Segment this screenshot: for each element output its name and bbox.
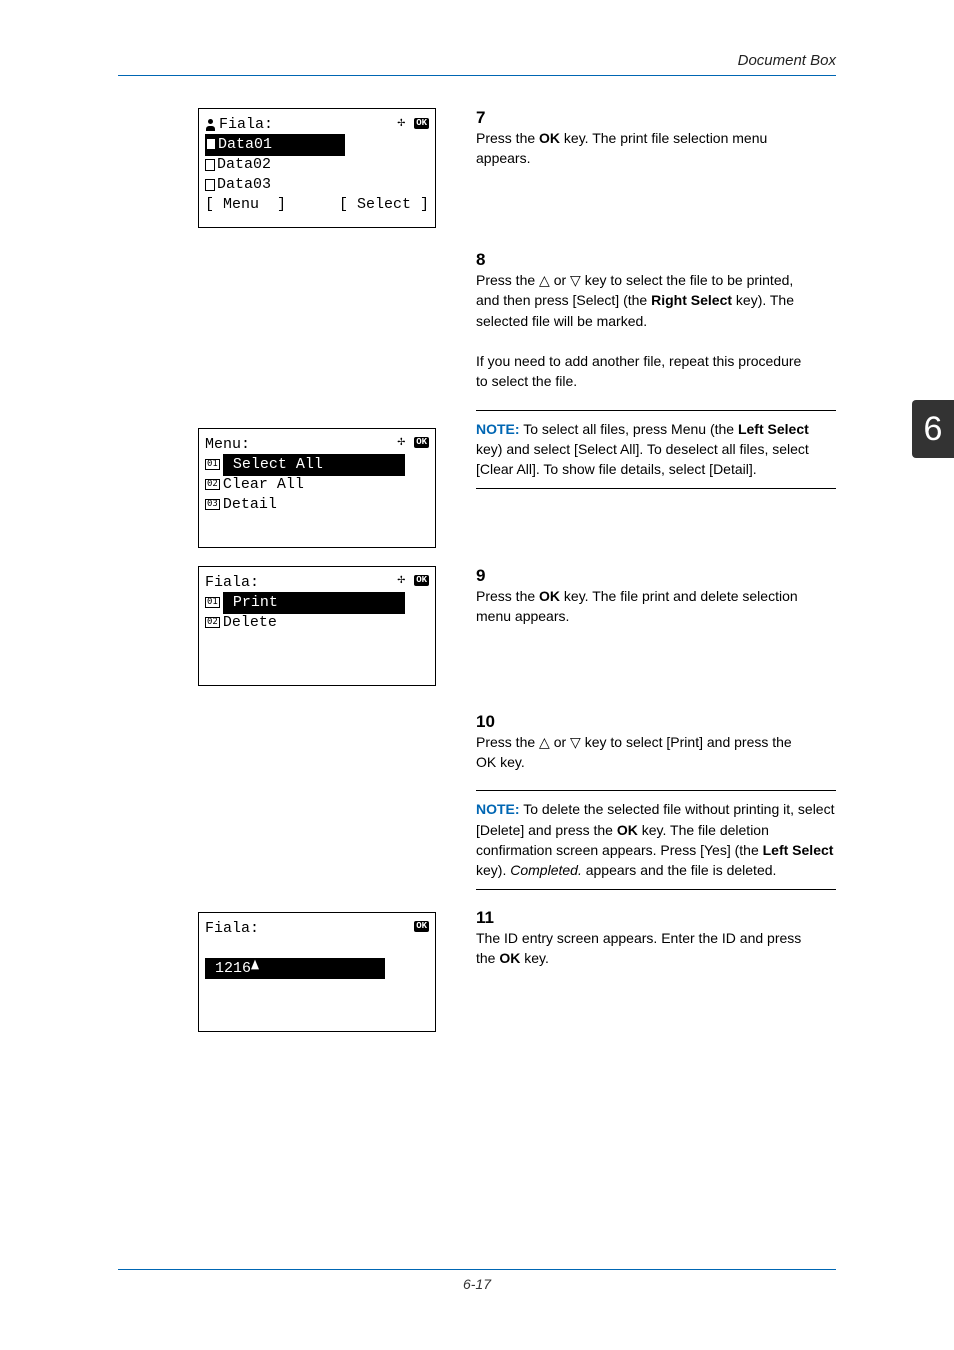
screen-title-line: Fiala: [205, 115, 429, 135]
step-number: 9 [476, 566, 502, 586]
step-8: 8 Press the △ or ▽ key to select the fil… [476, 250, 836, 392]
page-number: 6-17 [463, 1276, 491, 1292]
down-triangle-icon: ▽ [570, 734, 581, 750]
menu-item: 02 Delete [205, 613, 429, 633]
id-value: 1216 [215, 960, 251, 977]
ok-icon: OK [414, 118, 429, 129]
file-row: Data03 [205, 175, 429, 195]
menu-item-selected: 01 Select All [205, 455, 429, 475]
file-icon [206, 138, 216, 150]
file-name: Data02 [217, 154, 271, 176]
screen-title: Fiala: [205, 918, 259, 940]
file-icon [205, 179, 215, 191]
ok-indicator: OK [414, 917, 429, 939]
file-row-selected: Data01 [205, 135, 429, 155]
step-number: 10 [476, 712, 502, 732]
item-number-icon: 01 [205, 597, 220, 608]
lcd-screen-id-entry: OK Fiala: 1216 [198, 912, 436, 1032]
person-icon [205, 119, 217, 131]
menu-label: Select All [233, 456, 323, 473]
lcd-screen-menu: ✢ OK Menu: 01 Select All 02 Clear All 03… [198, 428, 436, 548]
lcd-screen-file-list: ✢ OK Fiala: Data01 Data02 Data03 [ Menu … [198, 108, 436, 228]
softkey-row: [ Menu ] [ Select ] [205, 195, 429, 215]
step-text: The ID entry screen appears. Enter the I… [476, 928, 808, 969]
nav-ok-indicator: ✢ OK [397, 433, 429, 455]
file-icon [205, 159, 215, 171]
page-header: Document Box [118, 52, 836, 76]
item-number-icon: 03 [205, 499, 220, 510]
screen-title: Fiala: [205, 572, 259, 594]
menu-item: 03 Detail [205, 495, 429, 515]
up-triangle-icon: △ [539, 272, 550, 288]
cursor-icon [251, 961, 258, 973]
step-10: 10 Press the △ or ▽ key to select [Print… [476, 712, 836, 773]
page-footer: 6-17 [118, 1269, 836, 1292]
step-number: 7 [476, 108, 502, 128]
note-label: NOTE: [476, 421, 520, 437]
file-name: Data03 [217, 174, 271, 196]
menu-item-selected: 01 Print [205, 593, 429, 613]
note-label: NOTE: [476, 801, 520, 817]
step-text: Press the OK key. The file print and del… [476, 586, 808, 627]
menu-label: Detail [223, 494, 277, 516]
file-row: Data02 [205, 155, 429, 175]
menu-label: Clear All [223, 474, 304, 496]
step-text: Press the OK key. The print file selecti… [476, 128, 808, 169]
section-number: 6 [924, 410, 943, 449]
nav-arrows-icon: ✢ [397, 433, 405, 452]
note-2: NOTE: To delete the selected file withou… [476, 790, 836, 889]
step-number: 11 [476, 908, 502, 928]
step-9: 9 Press the OK key. The file print and d… [476, 566, 836, 627]
section-tab: 6 [912, 400, 954, 458]
ok-icon: OK [414, 921, 429, 932]
step-number: 8 [476, 250, 502, 270]
menu-label: Print [233, 594, 278, 611]
menu-label: Delete [223, 612, 277, 634]
step-7: 7 Press the OK key. The print file selec… [476, 108, 836, 169]
ok-icon: OK [414, 437, 429, 448]
screen-title-line: Fiala: [205, 573, 429, 593]
ok-icon: OK [414, 575, 429, 586]
screen-title: Menu: [205, 434, 250, 456]
note-1: NOTE: To select all files, press Menu (t… [476, 410, 836, 489]
header-title: Document Box [738, 52, 836, 69]
id-entry-line: 1216 [205, 959, 429, 979]
nav-ok-indicator: ✢ OK [397, 571, 429, 593]
softkey-right: [ Select ] [339, 194, 429, 216]
down-triangle-icon: ▽ [570, 272, 581, 288]
softkey-left: [ Menu ] [205, 194, 286, 216]
step-11: 11 The ID entry screen appears. Enter th… [476, 908, 836, 969]
item-number-icon: 02 [205, 617, 220, 628]
item-number-icon: 01 [205, 459, 220, 470]
screen-title-line: Menu: [205, 435, 429, 455]
nav-arrows-icon: ✢ [397, 114, 405, 133]
up-triangle-icon: △ [539, 734, 550, 750]
step-text: Press the △ or ▽ key to select [Print] a… [476, 732, 808, 773]
step-text: Press the △ or ▽ key to select the file … [476, 270, 808, 392]
lcd-screen-print-delete: ✢ OK Fiala: 01 Print 02 Delete [198, 566, 436, 686]
nav-ok-indicator: ✢ OK [397, 113, 429, 135]
screen-title: Fiala: [219, 114, 273, 136]
item-number-icon: 02 [205, 479, 220, 490]
menu-item: 02 Clear All [205, 475, 429, 495]
nav-arrows-icon: ✢ [397, 571, 405, 590]
file-name: Data01 [218, 136, 272, 153]
screen-title-line: Fiala: [205, 919, 429, 939]
